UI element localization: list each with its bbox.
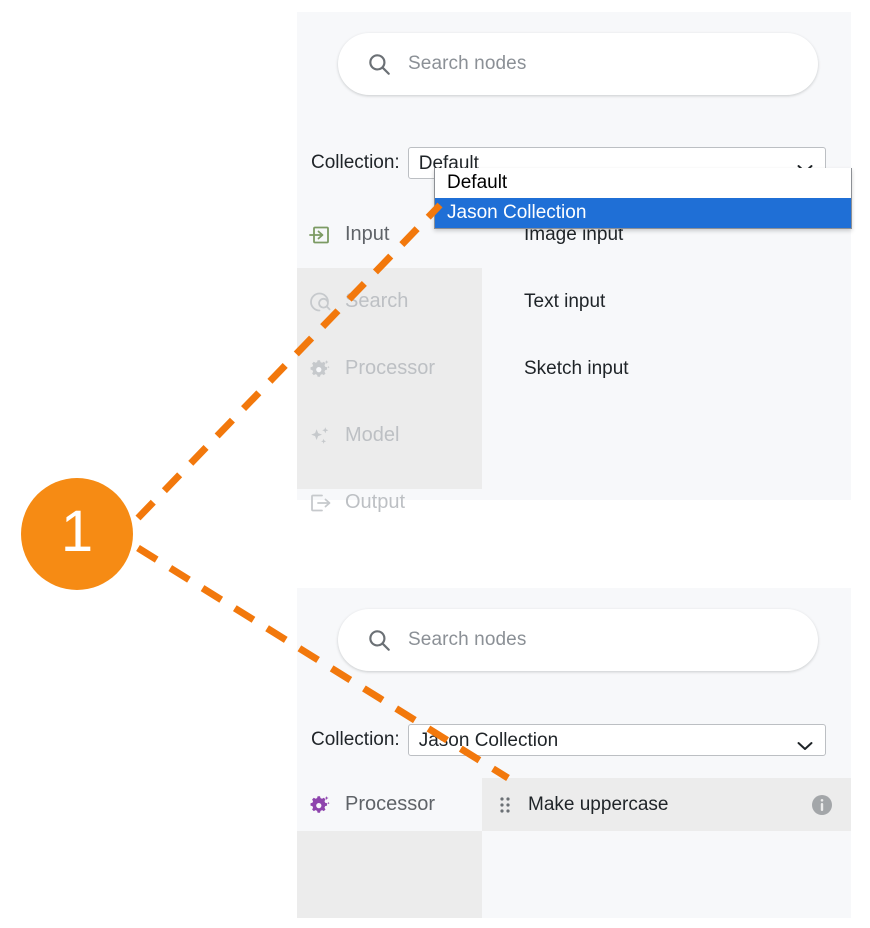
- node-list-item[interactable]: Make uppercase: [482, 778, 851, 831]
- node-label: Make uppercase: [528, 793, 669, 815]
- node-palette-panel-collapsed-default: Search nodes Collection: Default Input S…: [297, 12, 851, 513]
- category-label: Model: [345, 424, 400, 446]
- category-item-model[interactable]: Model: [297, 402, 482, 469]
- category-column: Processor: [297, 778, 482, 918]
- node-list-item[interactable]: Sketch input: [482, 335, 851, 402]
- sparkle-icon: [307, 423, 333, 449]
- category-column: Input Search Processor Model Output: [297, 201, 482, 513]
- search-placeholder-text: Search nodes: [408, 629, 527, 650]
- category-item-processor[interactable]: Processor: [297, 778, 482, 831]
- collection-label: Collection:: [311, 152, 400, 173]
- palette-body: Processor Make uppercase: [297, 778, 851, 918]
- collection-dropdown-listbox[interactable]: Default Jason Collection: [434, 168, 852, 229]
- node-list-item[interactable]: Text input: [482, 268, 851, 335]
- node-label: Sketch input: [524, 357, 629, 379]
- category-label: Processor: [345, 793, 436, 815]
- category-item-processor[interactable]: Processor: [297, 335, 482, 402]
- collection-select-value: Jason Collection: [418, 729, 559, 751]
- arrow-into-box-icon: [307, 222, 333, 248]
- screenshot-root: Search nodes Collection: Default Input S…: [0, 0, 870, 928]
- category-item-output[interactable]: Output: [297, 469, 482, 536]
- node-list-column: Image input Text input Sketch input: [482, 201, 851, 500]
- category-label: Output: [345, 491, 406, 513]
- step-badge-number: 1: [60, 499, 94, 564]
- dropdown-option-label: Jason Collection: [447, 202, 587, 223]
- gear-sparkle-icon: [307, 792, 333, 818]
- dropdown-option-default[interactable]: Default: [435, 168, 851, 198]
- search-icon: [366, 51, 392, 77]
- search-input-wrapper[interactable]: Search nodes: [338, 609, 818, 671]
- collection-select[interactable]: Jason Collection: [407, 724, 826, 756]
- node-list-column: Make uppercase: [482, 778, 851, 918]
- gear-sparkle-icon: [307, 356, 333, 382]
- category-label: Input: [345, 223, 390, 245]
- chevron-down-icon: [797, 735, 813, 750]
- category-label: Processor: [345, 357, 436, 379]
- drag-handle-icon[interactable]: [498, 795, 512, 815]
- step-badge-1: 1: [21, 478, 133, 590]
- node-label: Text input: [524, 290, 606, 312]
- info-icon[interactable]: [811, 794, 833, 816]
- dropdown-option-label: Default: [447, 172, 508, 193]
- dropdown-option-jason-collection[interactable]: Jason Collection: [435, 198, 851, 228]
- search-icon: [366, 627, 392, 653]
- category-item-search[interactable]: Search: [297, 268, 482, 335]
- category-disabled-backdrop: [297, 831, 482, 918]
- category-label: Search: [345, 290, 409, 312]
- node-palette-panel-jason-collection: Search nodes Collection: Jason Collectio…: [297, 588, 851, 918]
- arrow-out-box-icon: [307, 490, 333, 516]
- collection-selector-row: Collection: Jason Collection: [311, 724, 826, 756]
- search-input-wrapper[interactable]: Search nodes: [338, 33, 818, 95]
- collection-label: Collection:: [311, 729, 400, 750]
- chevron-down-icon: [797, 158, 813, 173]
- search-globe-icon: [307, 289, 333, 315]
- palette-body: Input Search Processor Model Output Imag…: [297, 201, 851, 513]
- search-placeholder-text: Search nodes: [408, 53, 527, 74]
